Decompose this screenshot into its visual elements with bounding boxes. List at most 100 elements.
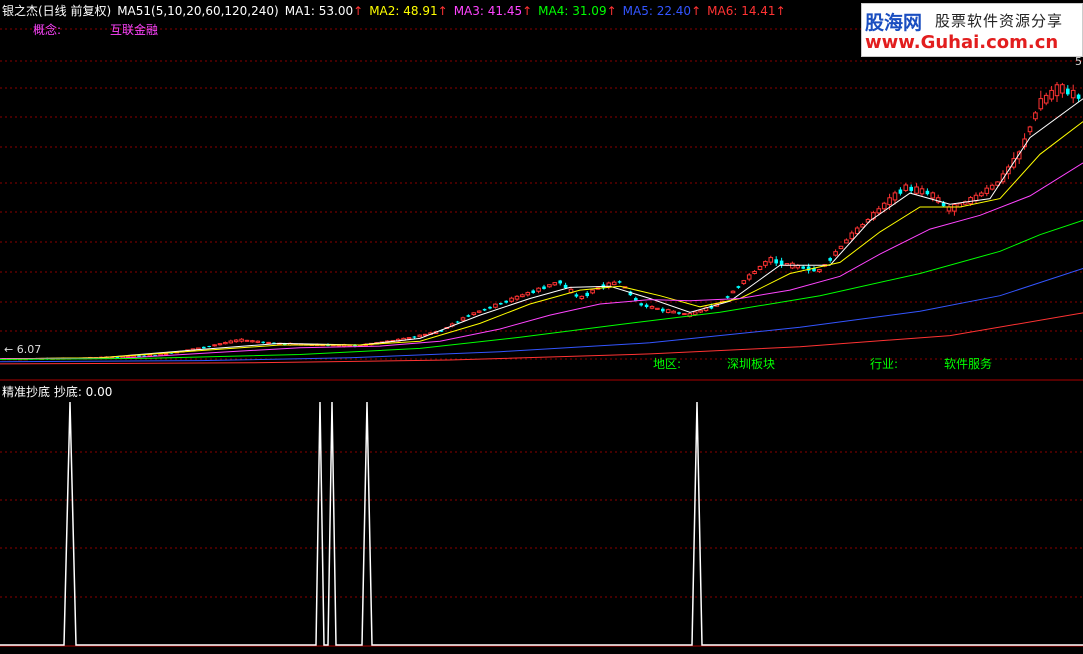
candle-body xyxy=(909,186,913,191)
candle-body xyxy=(504,300,508,303)
candle-body xyxy=(509,297,514,302)
up-arrow-icon: ↑ xyxy=(775,4,786,18)
candle-body xyxy=(417,334,423,338)
candle-body xyxy=(661,308,665,312)
region-value: 深圳板块 xyxy=(727,357,776,371)
candle-body xyxy=(514,295,520,300)
candle-body xyxy=(887,197,892,206)
candle-body xyxy=(763,261,768,266)
watermark-brand: 股海网 xyxy=(865,12,923,34)
concept-label: 概念: xyxy=(33,23,62,37)
candle-body xyxy=(979,192,984,197)
candle-body xyxy=(476,310,482,313)
candle-body xyxy=(968,197,973,205)
ma-line-ma1 xyxy=(0,98,1083,360)
up-arrow-icon: ↑ xyxy=(353,4,364,18)
candle-body xyxy=(682,313,687,316)
candle-body xyxy=(644,304,649,307)
candle-body xyxy=(1027,126,1033,133)
candle-body xyxy=(984,187,990,194)
candle-body xyxy=(455,321,460,323)
candle-body xyxy=(493,303,498,308)
candle-body xyxy=(585,292,589,297)
low-price-value: 6.07 xyxy=(16,343,42,356)
candle-body xyxy=(757,265,763,270)
ma-value-1: MA1: 53.00↑ xyxy=(284,4,364,18)
ma-value-4: MA4: 31.09↑ xyxy=(538,4,617,18)
candle-body xyxy=(552,282,558,286)
candle-body xyxy=(202,346,206,349)
chart-canvas xyxy=(0,28,1083,647)
low-price-label: ← 6.07 xyxy=(4,343,42,356)
candle-body xyxy=(563,284,568,289)
ma-line-ma6 xyxy=(0,312,1083,365)
candle-body xyxy=(261,341,265,343)
candle-body xyxy=(692,311,698,315)
candle-body xyxy=(579,295,585,300)
candle-body xyxy=(919,188,925,195)
candle-body xyxy=(590,289,595,294)
region-label: 地区: xyxy=(653,357,682,371)
candle-body xyxy=(898,189,903,194)
indicator-name: MA51(5,10,20,60,120,240) xyxy=(117,4,279,18)
candle-body xyxy=(817,269,822,273)
watermark-tagline: 股票软件资源分享 xyxy=(935,12,1064,30)
candle-body xyxy=(228,340,234,344)
candle-body xyxy=(881,202,887,210)
candle-body xyxy=(914,186,919,194)
candle-body xyxy=(217,343,223,346)
candle-body xyxy=(634,298,638,301)
candle-body xyxy=(730,290,736,294)
candle-body xyxy=(212,344,217,347)
candle-body xyxy=(255,340,261,343)
candle-body xyxy=(752,270,757,274)
candle-body xyxy=(665,309,671,313)
candle-body xyxy=(860,224,865,228)
ma-line-ma5 xyxy=(0,268,1083,363)
candle-body xyxy=(844,239,849,244)
candle-body xyxy=(698,309,703,313)
candle-body xyxy=(892,192,898,201)
candle-body xyxy=(849,232,855,240)
candle-body xyxy=(655,307,660,310)
candle-body xyxy=(460,317,466,321)
candle-body xyxy=(466,315,471,317)
concept-value: 互联金融 xyxy=(110,23,159,37)
candle-body xyxy=(488,306,492,309)
candle-body xyxy=(833,251,838,256)
candle-body xyxy=(1033,112,1038,120)
candle-body xyxy=(525,292,531,296)
ma-values: MA1: 53.00↑ MA2: 48.91↑ MA3: 41.45↑ MA4: 31… xyxy=(285,4,792,18)
candle-body xyxy=(520,294,525,298)
lower-panel-title: 精准抄底 抄底: 0.00 xyxy=(2,385,113,399)
candle-body xyxy=(1066,88,1070,95)
candle-body xyxy=(233,339,239,343)
candle-body xyxy=(547,284,552,288)
candle-body xyxy=(250,340,255,343)
candle-body xyxy=(746,274,752,280)
candle-body xyxy=(542,286,546,289)
candle-body xyxy=(973,194,979,202)
candle-body xyxy=(925,190,930,195)
candle-body xyxy=(223,341,228,345)
candle-body xyxy=(677,312,681,314)
up-arrow-icon: ↑ xyxy=(691,4,702,18)
candle-body xyxy=(558,280,562,284)
candle-body xyxy=(412,336,417,338)
candle-body xyxy=(1049,89,1054,100)
candle-body xyxy=(930,192,936,199)
ma-line-ma4 xyxy=(0,219,1083,360)
signal-line xyxy=(0,401,1083,646)
candle-body xyxy=(1043,94,1049,104)
candle-body xyxy=(903,184,909,191)
ma-value-5: MA5: 22.40↑ xyxy=(622,4,702,18)
industry-label: 行业: xyxy=(870,357,899,371)
candle-body xyxy=(611,281,617,286)
candle-body xyxy=(989,184,995,190)
watermark-logo: 股海网 股票软件资源分享 www.Guhai.com.cn xyxy=(861,3,1083,57)
candle-body xyxy=(531,290,535,293)
candle-body xyxy=(725,296,730,298)
candle-body xyxy=(952,203,957,212)
candle-body xyxy=(163,353,169,356)
industry-value: 软件服务 xyxy=(944,357,993,371)
